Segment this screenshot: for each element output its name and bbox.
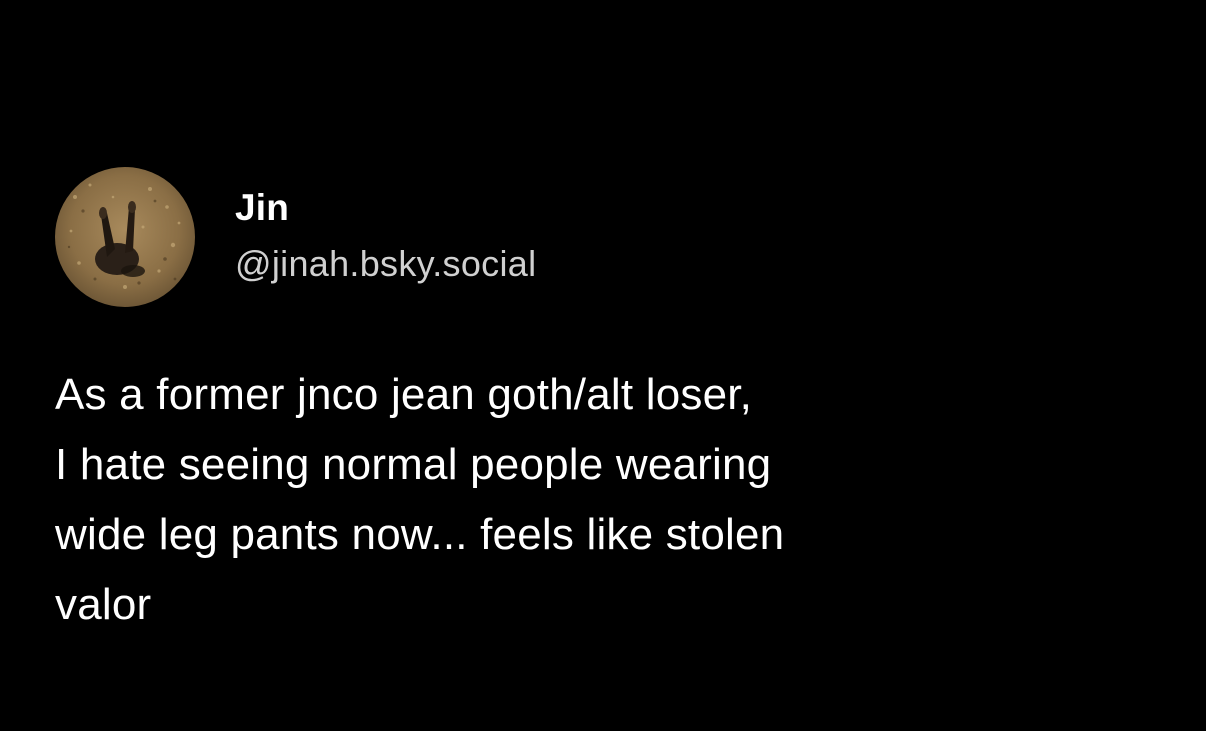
author-identity: Jin @jinah.bsky.social <box>235 186 536 286</box>
post-text-line: valor <box>55 580 152 629</box>
avatar-photo-icon <box>55 167 195 307</box>
post-card: Jin @jinah.bsky.social As a former jnco … <box>55 167 1155 640</box>
post-text: As a former jnco jean goth/alt loser, I … <box>55 360 1135 640</box>
avatar[interactable] <box>55 167 195 307</box>
author-handle[interactable]: @jinah.bsky.social <box>235 242 536 286</box>
post-text-line: As a former jnco jean goth/alt loser, <box>55 370 753 419</box>
post-header: Jin @jinah.bsky.social <box>55 167 1155 307</box>
post-text-line: I hate seeing normal people wearing <box>55 440 772 489</box>
author-display-name[interactable]: Jin <box>235 186 536 230</box>
post-text-line: wide leg pants now... feels like stolen <box>55 510 785 559</box>
screenshot-page: Jin @jinah.bsky.social As a former jnco … <box>0 0 1206 731</box>
